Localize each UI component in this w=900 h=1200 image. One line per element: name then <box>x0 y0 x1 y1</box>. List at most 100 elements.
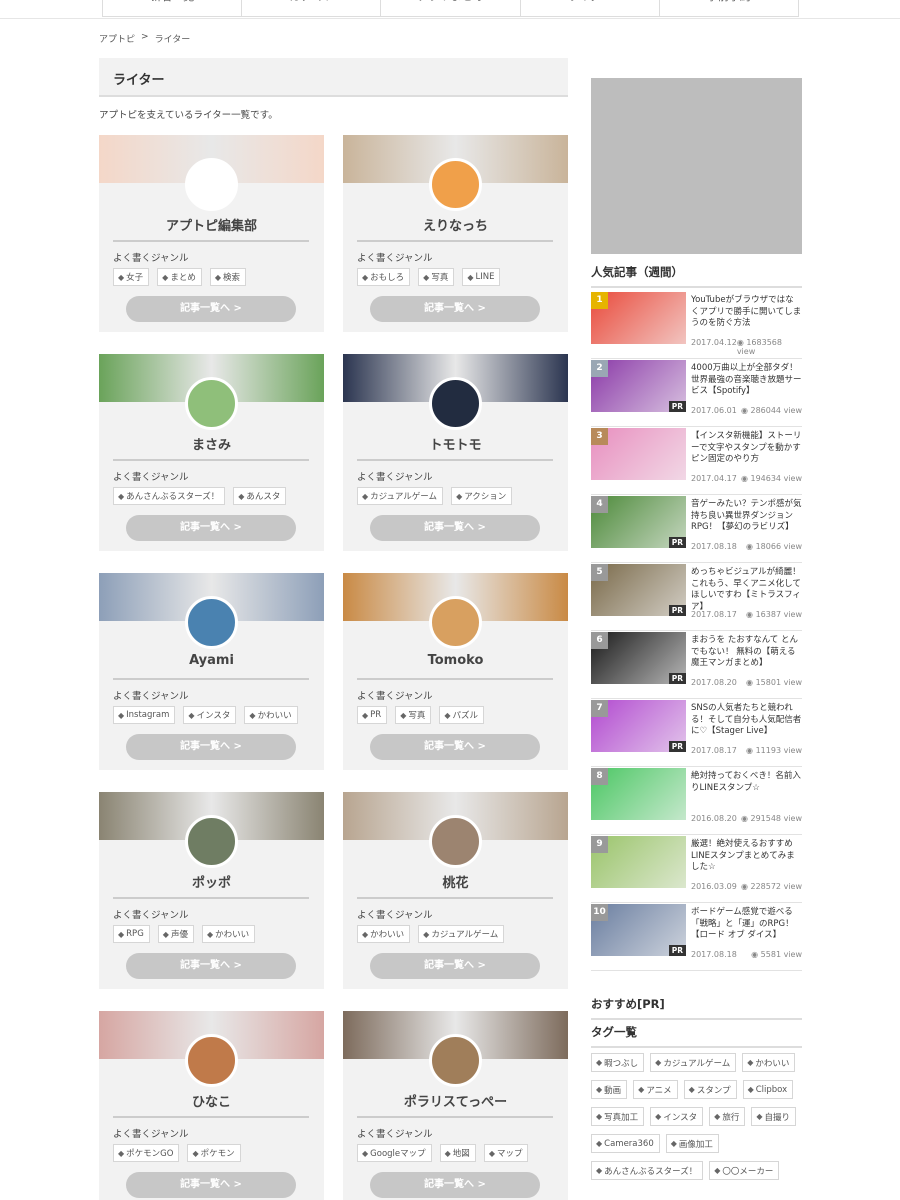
article-thumbnail[interactable]: 10 PR <box>591 904 686 956</box>
tag-link[interactable]: ◆ 写真加工 <box>591 1107 645 1126</box>
genre-tag[interactable]: ◆ マップ <box>483 1144 529 1162</box>
tag-link[interactable]: ◆ インスタ <box>650 1107 704 1126</box>
article-thumbnail[interactable]: 1 <box>591 292 686 344</box>
genre-tag[interactable]: ◆ LINE <box>462 268 501 286</box>
writer-name[interactable]: えりなっち <box>343 215 568 234</box>
article-title[interactable]: 【インスタ新機能】ストーリーで文字やスタンプを動かすピン固定のやり方 <box>691 431 802 466</box>
nav-item[interactable]: アプリまとめ <box>381 0 521 16</box>
genre-tag[interactable]: ◆ Googleマップ <box>357 1144 432 1162</box>
genre-tag[interactable]: ◆ あんスタ <box>233 487 287 505</box>
writer-avatar[interactable] <box>429 158 482 211</box>
article-list-button[interactable]: 記事一覧へ > <box>370 1172 540 1198</box>
tag-link[interactable]: ◆ Camera360 <box>591 1134 660 1153</box>
article-thumbnail[interactable]: 9 <box>591 836 686 888</box>
ad-banner[interactable] <box>591 78 802 254</box>
article-thumbnail[interactable]: 7 PR <box>591 700 686 752</box>
writer-avatar[interactable] <box>185 158 238 211</box>
genre-tag[interactable]: ◆ 地図 <box>439 1144 476 1162</box>
article-thumbnail[interactable]: 6 PR <box>591 632 686 684</box>
article-title[interactable]: ボードゲーム感覚で遊べる「戦略」と「運」のRPG！【ロード オブ ダイス】 <box>691 907 802 942</box>
popular-article[interactable]: 7 PR SNSの人気者たちと競われる！そして自分も人気配信者に♡【Stager L… <box>591 699 802 767</box>
genre-tag[interactable]: ◆ おもしろ <box>357 268 411 286</box>
article-list-button[interactable]: 記事一覧へ > <box>126 953 296 979</box>
popular-article[interactable]: 4 PR 音ゲーみたい？テンポ感が気持ち良い異世界ダンジョンRPG！【夢幻のラビリズ… <box>591 495 802 563</box>
article-list-button[interactable]: 記事一覧へ > <box>126 1172 296 1198</box>
writer-name[interactable]: ポッポ <box>99 872 324 891</box>
genre-tag[interactable]: ◆ PR <box>357 706 388 724</box>
writer-name[interactable]: アプトピ編集部 <box>99 215 324 234</box>
article-list-button[interactable]: 記事一覧へ > <box>370 515 540 541</box>
tag-link[interactable]: ◆ Clipbox <box>742 1080 794 1099</box>
writer-name[interactable]: 桃花 <box>343 872 568 891</box>
article-list-button[interactable]: 記事一覧へ > <box>126 734 296 760</box>
writer-avatar[interactable] <box>429 377 482 430</box>
genre-tag[interactable]: ◆ 写真 <box>395 706 432 724</box>
genre-tag[interactable]: ◆ RPG <box>113 925 150 943</box>
genre-tag[interactable]: ◆ かわいい <box>244 706 298 724</box>
genre-tag[interactable]: ◆ かわいい <box>357 925 411 943</box>
writer-avatar[interactable] <box>429 1034 482 1087</box>
genre-tag[interactable]: ◆ Instagram <box>113 706 176 724</box>
tag-link[interactable]: ◆ あんさんぶるスターズ！ <box>591 1161 704 1180</box>
article-thumbnail[interactable]: 3 <box>591 428 686 480</box>
nav-item[interactable]: 事前予約 <box>660 0 798 16</box>
tag-link[interactable]: ◆ 画像加工 <box>665 1134 719 1153</box>
popular-article[interactable]: 6 PR まおうを たおすなんて とんでもない！ 無料の【萌える魔王マンガまとめ】 2… <box>591 631 802 699</box>
genre-tag[interactable]: ◆ カジュアルゲーム <box>418 925 505 943</box>
article-title[interactable]: YouTubeがブラウザではなくアプリで勝手に開いてしまうのを防ぐ方法 <box>691 295 802 330</box>
writer-avatar[interactable] <box>429 815 482 868</box>
writer-avatar[interactable] <box>185 815 238 868</box>
genre-tag[interactable]: ◆ かわいい <box>201 925 256 943</box>
article-list-button[interactable]: 記事一覧へ > <box>126 296 296 322</box>
popular-article[interactable]: 10 PR ボードゲーム感覚で遊べる「戦略」と「運」のRPG！【ロード オブ ダイス… <box>591 903 802 971</box>
popular-article[interactable]: 8 絶対持っておくべき！名前入りLINEスタンプ☆ 2016.08.20 ◉ 2915… <box>591 767 802 835</box>
nav-item[interactable]: ライター <box>521 0 660 16</box>
popular-article[interactable]: 1 YouTubeがブラウザではなくアプリで勝手に開いてしまうのを防ぐ方法 2017… <box>591 291 802 359</box>
article-title[interactable]: 絶対持っておくべき！名前入りLINEスタンプ☆ <box>691 771 802 794</box>
nav-item[interactable]: カテゴリ <box>242 0 382 16</box>
writer-name[interactable]: ひなこ <box>99 1091 324 1110</box>
popular-article[interactable]: 9 厳選！絶対使えるおすすめLINEスタンプまとめてみました☆ 2016.03.09… <box>591 835 802 903</box>
article-title[interactable]: 厳選！絶対使えるおすすめLINEスタンプまとめてみました☆ <box>691 839 802 874</box>
article-title[interactable]: 4000万曲以上が全部タダ！世界最強の音楽聴き放題サービス【Spotify】 <box>691 363 802 398</box>
popular-article[interactable]: 3 【インスタ新機能】ストーリーで文字やスタンプを動かすピン固定のやり方 2017.… <box>591 427 802 495</box>
nav-item[interactable]: 新着一覧 <box>103 0 243 16</box>
article-thumbnail[interactable]: 5 PR <box>591 564 686 616</box>
popular-article[interactable]: 5 PR めっちゃビジュアルが綺麗！これもう、早くアニメ化してほしいですわ【ミトラス… <box>591 563 802 631</box>
writer-avatar[interactable] <box>185 1034 238 1087</box>
article-title[interactable]: 音ゲーみたい？テンポ感が気持ち良い異世界ダンジョンRPG！【夢幻のラビリズ】 <box>691 499 802 534</box>
article-list-button[interactable]: 記事一覧へ > <box>126 515 296 541</box>
tag-link[interactable]: ◆ 動画 <box>591 1080 628 1099</box>
tag-link[interactable]: ◆ カジュアルゲーム <box>650 1053 737 1072</box>
article-list-button[interactable]: 記事一覧へ > <box>370 953 540 979</box>
tag-link[interactable]: ◆ 〇〇メーカー <box>709 1161 780 1180</box>
article-title[interactable]: まおうを たおすなんて とんでもない！ 無料の【萌える魔王マンガまとめ】 <box>691 635 802 670</box>
genre-tag[interactable]: ◆ パズル <box>439 706 485 724</box>
genre-tag[interactable]: ◆ ポケモンGO <box>113 1144 180 1162</box>
writer-avatar[interactable] <box>185 596 238 649</box>
writer-name[interactable]: Tomoko <box>343 653 568 668</box>
genre-tag[interactable]: ◆ インスタ <box>183 706 237 724</box>
genre-tag[interactable]: ◆ あんさんぶるスターズ！ <box>113 487 226 505</box>
article-title[interactable]: SNSの人気者たちと競われる！そして自分も人気配信者に♡【Stager Live… <box>691 703 802 738</box>
genre-tag[interactable]: ◆ 声優 <box>157 925 194 943</box>
writer-name[interactable]: Ayami <box>99 653 324 668</box>
genre-tag[interactable]: ◆ 写真 <box>418 268 455 286</box>
article-title[interactable]: めっちゃビジュアルが綺麗！これもう、早くアニメ化してほしいですわ【ミトラスフィア… <box>691 567 802 613</box>
writer-name[interactable]: まさみ <box>99 434 324 453</box>
article-list-button[interactable]: 記事一覧へ > <box>370 296 540 322</box>
popular-article[interactable]: 2 PR 4000万曲以上が全部タダ！世界最強の音楽聴き放題サービス【Spotify… <box>591 359 802 427</box>
article-thumbnail[interactable]: 2 PR <box>591 360 686 412</box>
tag-link[interactable]: ◆ 暇つぶし <box>591 1053 645 1072</box>
article-thumbnail[interactable]: 8 <box>591 768 686 820</box>
tag-link[interactable]: ◆ かわいい <box>742 1053 796 1072</box>
tag-link[interactable]: ◆ アニメ <box>633 1080 678 1099</box>
tag-link[interactable]: ◆ 旅行 <box>709 1107 746 1126</box>
writer-avatar[interactable] <box>185 377 238 430</box>
tag-link[interactable]: ◆ スタンプ <box>683 1080 737 1099</box>
tag-link[interactable]: ◆ 自撮り <box>751 1107 797 1126</box>
breadcrumb-home[interactable]: アプトピ <box>99 32 135 45</box>
genre-tag[interactable]: ◆ ポケモン <box>187 1144 241 1162</box>
writer-name[interactable]: トモトモ <box>343 434 568 453</box>
genre-tag[interactable]: ◆ アクション <box>451 487 513 505</box>
